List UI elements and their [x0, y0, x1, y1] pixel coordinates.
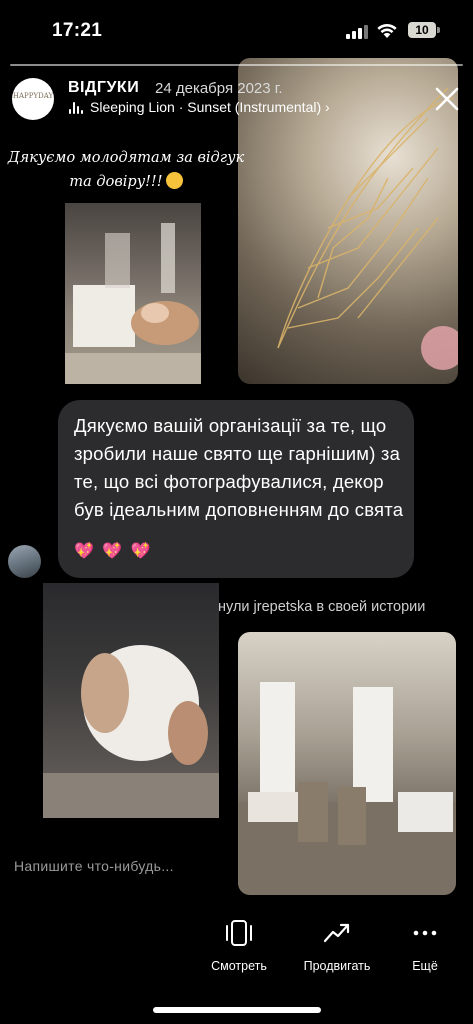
view-label: Смотреть [211, 959, 267, 973]
account-name[interactable]: ВІДГУКИ [68, 79, 139, 97]
story-photo-table-decor [65, 203, 201, 384]
avatar-logo: HAPPYDAY [12, 92, 54, 100]
sparkling-heart-icon: 💖 [102, 543, 123, 560]
music-bars-icon [69, 101, 85, 114]
music-track[interactable]: Sleeping Lion · Sunset (Instrumental) › [90, 99, 330, 115]
wifi-icon [377, 23, 397, 38]
promote-label: Продвигать [303, 959, 371, 973]
thanks-line-1: Дякуємо молодятам за відгук [7, 150, 245, 166]
view-icon [226, 920, 252, 946]
sparkling-heart-icon: 💖 [130, 543, 151, 560]
status-bar: 17:21 10 [0, 0, 473, 58]
account-avatar[interactable]: HAPPYDAY [12, 78, 54, 120]
battery-tip [437, 27, 440, 33]
comment-text: Дякуємо вашій організації за те, що зроб… [74, 415, 404, 520]
promote-icon [323, 923, 350, 943]
sparkling-hearts: 💖 💖 💖 [74, 541, 155, 567]
reply-input[interactable]: Напишите что-нибудь... [14, 858, 174, 874]
commenter-avatar[interactable] [8, 545, 41, 578]
story-photo-restaurant-hall [238, 632, 456, 895]
promote-button[interactable]: Продвигать [293, 918, 381, 973]
view-button[interactable]: Смотреть [204, 918, 274, 973]
thanks-line-2: та довіру!!! [69, 174, 163, 190]
close-icon[interactable] [430, 82, 464, 116]
more-label: Ещё [412, 959, 438, 973]
thanks-caption: Дякуємо молодятам за відгук та довіру!!! [6, 146, 246, 194]
cellular-signal-icon [346, 25, 368, 39]
more-icon [413, 930, 437, 936]
battery-icon: 10 [408, 22, 436, 38]
mention-text[interactable]: нули jrepetska в своей истории [218, 599, 425, 615]
home-indicator[interactable] [153, 1007, 321, 1013]
status-time: 17:21 [52, 20, 103, 41]
story-progress-bar [10, 64, 463, 66]
sparkling-heart-icon: 💖 [74, 543, 94, 560]
post-date: 24 декабря 2023 г. [155, 80, 283, 97]
more-button[interactable]: Ещё [403, 918, 447, 973]
story-photo-arch-decor [43, 583, 219, 818]
hugging-face-emoji-icon [165, 172, 183, 189]
